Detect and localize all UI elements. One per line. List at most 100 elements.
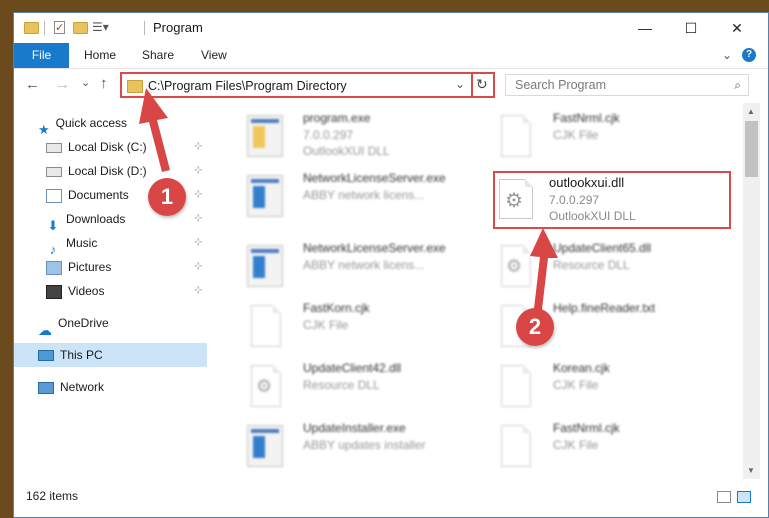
tab-file[interactable]: File	[14, 43, 69, 68]
qat-separator	[44, 21, 45, 35]
file-name: FastNrml.cjk	[553, 421, 620, 435]
list-item[interactable]: ⚙ UpdateClient65.dll Resource DLL	[497, 241, 727, 299]
file-name: Help.fineReader.txt	[553, 301, 656, 315]
sidebar-item-network[interactable]: Network	[38, 375, 206, 399]
sidebar-item-local-disk-c[interactable]: Local Disk (C:) ⊹	[46, 135, 206, 159]
maximize-button[interactable]: ☐	[668, 13, 714, 43]
file-name: program.exe	[303, 111, 371, 125]
app-window-icon	[247, 245, 283, 287]
list-item[interactable]: FastNrml.cjk CJK File	[497, 111, 727, 169]
file-name: FastNrml.cjk	[553, 111, 620, 125]
sidebar-item-label: Local Disk (C:)	[68, 140, 147, 154]
file-name: UpdateInstaller.exe	[303, 421, 406, 435]
recent-locations-button[interactable]: ⌄	[81, 76, 90, 89]
pin-icon[interactable]: ⊹	[194, 135, 202, 159]
list-item[interactable]: program.exe 7.0.0.297 OutlookXUI DLL	[247, 111, 477, 169]
dll-gear-icon: ⚙	[501, 245, 531, 287]
details-view-icon[interactable]	[717, 491, 731, 503]
pin-icon[interactable]: ⊹	[194, 183, 202, 207]
sidebar-item-pictures[interactable]: Pictures ⊹	[46, 255, 206, 279]
pin-icon[interactable]: ⊹	[194, 159, 202, 183]
pin-icon[interactable]: ⊹	[194, 231, 202, 255]
refresh-icon[interactable]: ↻	[476, 76, 488, 93]
file-description: ABBY network licens...	[303, 258, 425, 272]
downloads-icon: ⬇	[47, 217, 59, 233]
file-description: ABBY updates installer	[303, 438, 426, 452]
pin-icon[interactable]: ⊹	[194, 207, 202, 231]
app-window-icon	[247, 425, 283, 467]
sidebar-item-this-pc[interactable]: This PC	[14, 343, 207, 367]
large-icons-view-icon[interactable]	[737, 491, 751, 503]
exe-icon	[247, 115, 283, 157]
list-item[interactable]: FastKorn.cjk CJK File	[247, 301, 477, 359]
sidebar-item-music[interactable]: ♪ Music ⊹	[46, 231, 206, 257]
sidebar-item-label: Pictures	[68, 260, 112, 274]
sidebar-item-label: Music	[66, 236, 98, 250]
properties-icon[interactable]: ✓	[54, 21, 65, 34]
search-input[interactable]: Search Program	[515, 78, 606, 92]
file-name: NetworkLicenseServer.exe	[303, 171, 446, 185]
navigation-bar: ← → ⌄ ↑ C:\Program Files\Program Directo…	[14, 69, 768, 103]
ribbon: File Home Share View ⌄ ?	[14, 43, 768, 69]
document-icon	[501, 365, 531, 407]
sidebar-item-downloads[interactable]: ⬇ Downloads ⊹	[46, 207, 206, 233]
step-1-badge: 1	[148, 178, 186, 216]
tab-home[interactable]: Home	[84, 43, 116, 68]
scroll-thumb[interactable]	[745, 121, 758, 177]
address-divider	[471, 74, 473, 96]
vertical-scrollbar[interactable]: ▲ ▼	[743, 103, 760, 479]
tab-view[interactable]: View	[201, 43, 227, 68]
tab-share[interactable]: Share	[142, 43, 174, 68]
file-name: FastKorn.cjk	[303, 301, 370, 315]
sidebar-item-onedrive[interactable]: ☁ OneDrive	[38, 311, 206, 338]
close-button[interactable]: ✕	[714, 13, 760, 43]
list-item[interactable]: NetworkLicenseServer.exe ABBY network li…	[247, 171, 477, 229]
sidebar-item-label: Downloads	[66, 212, 126, 226]
minimize-button[interactable]: —	[622, 13, 668, 43]
up-button[interactable]: ↑	[100, 75, 108, 92]
qat-customize-icon[interactable]: ☰▾	[92, 20, 109, 34]
list-item[interactable]: Korean.cjk CJK File	[497, 361, 727, 419]
list-item[interactable]: FastNrml.cjk CJK File	[497, 421, 727, 479]
title-bar: ✓ ☰▾ Program — ☐ ✕	[14, 13, 768, 43]
folder-icon	[127, 80, 143, 93]
sidebar-item-local-disk-d[interactable]: Local Disk (D:) ⊹	[46, 159, 206, 183]
sidebar-item-videos[interactable]: Videos ⊹	[46, 279, 206, 303]
address-bar[interactable]: C:\Program Files\Program Directory ⌄ ↻	[120, 72, 495, 98]
scroll-down-icon[interactable]: ▼	[747, 466, 755, 475]
cloud-icon: ☁	[38, 321, 52, 338]
address-path[interactable]: C:\Program Files\Program Directory	[148, 79, 347, 93]
explorer-window: ✓ ☰▾ Program — ☐ ✕ File Home Share View …	[13, 12, 769, 518]
drive-icon	[46, 166, 62, 177]
file-type: CJK File	[553, 378, 599, 392]
new-folder-icon[interactable]	[73, 22, 88, 34]
scroll-up-icon[interactable]: ▲	[747, 107, 755, 116]
list-item[interactable]: ⚙ UpdateClient42.dll Resource DLL	[247, 361, 477, 419]
network-icon	[38, 381, 54, 394]
list-item[interactable]: UpdateInstaller.exe ABBY updates install…	[247, 421, 477, 479]
pin-icon[interactable]: ⊹	[194, 279, 202, 303]
document-icon	[251, 305, 281, 347]
file-list: program.exe 7.0.0.297 OutlookXUI DLL Fas…	[207, 103, 743, 479]
ribbon-expand-icon[interactable]: ⌄	[722, 48, 732, 62]
pin-icon[interactable]: ⊹	[194, 255, 202, 279]
status-bar: 162 items	[14, 479, 768, 517]
window-title: Program	[153, 20, 203, 35]
address-dropdown-icon[interactable]: ⌄	[455, 77, 465, 91]
file-type: CJK File	[303, 318, 349, 332]
forward-button[interactable]: →	[55, 76, 70, 93]
sidebar-item-label: Quick access	[55, 116, 128, 130]
star-icon: ★	[38, 121, 50, 137]
sidebar-item-quick-access[interactable]: ★ Quick access	[38, 111, 206, 137]
back-button[interactable]: ←	[25, 76, 40, 93]
help-icon[interactable]: ?	[742, 48, 756, 62]
file-description: OutlookXUI DLL	[303, 144, 390, 158]
file-name: Korean.cjk	[553, 361, 610, 375]
file-description: ABBY network licens...	[303, 188, 425, 202]
computer-icon	[38, 350, 54, 362]
file-type: CJK File	[553, 438, 599, 452]
file-version: 7.0.0.297	[303, 128, 354, 142]
search-icon[interactable]: ⌕	[734, 78, 741, 93]
list-item[interactable]: NetworkLicenseServer.exe ABBY network li…	[247, 241, 477, 299]
search-box[interactable]: Search Program ⌕	[505, 74, 749, 96]
